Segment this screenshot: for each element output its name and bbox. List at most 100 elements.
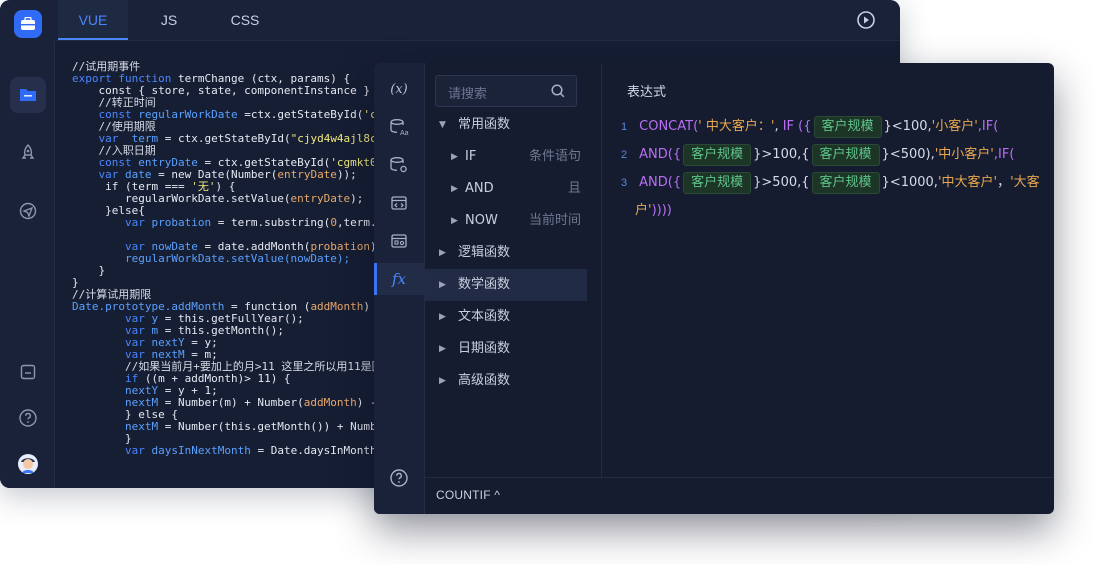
caret-right-icon[interactable]: ▶ <box>451 173 458 205</box>
expression-title: 表达式 <box>627 85 667 100</box>
code-token: entryDate <box>290 192 351 205</box>
countif-toggle[interactable]: COUNTIF ^ <box>436 488 500 502</box>
string-token: '中大客户' <box>937 175 998 190</box>
expression-line-1[interactable]: 1 CONCAT(' 中大客户：', IF ({客户规模}<100,'小客户',… <box>621 113 998 141</box>
tree-item[interactable]: ▶ NOW 当前时间 <box>425 205 587 237</box>
tree-item-label: 数学函数 <box>458 277 511 292</box>
tree-item[interactable]: ▶ 逻辑函数 <box>425 237 587 269</box>
code-window-icon[interactable] <box>374 187 424 219</box>
avatar[interactable] <box>10 446 46 482</box>
field-token[interactable]: 客户规模 <box>811 172 880 194</box>
field-token[interactable]: 客户规模 <box>813 116 882 138</box>
string-token: '小客户' <box>931 119 978 134</box>
variable-icon[interactable]: (x) <box>374 73 424 105</box>
function-token: ,IF( <box>993 147 1015 162</box>
function-token: )))) <box>651 203 672 218</box>
caret-right-icon[interactable]: ▶ <box>439 333 446 365</box>
code-token: = Date.daysInMonth( <box>257 444 384 457</box>
rocket-icon[interactable] <box>10 135 46 171</box>
folder-icon[interactable] <box>10 77 46 113</box>
bottom-bar: COUNTIF ^ <box>425 477 1054 514</box>
function-token: AND({ <box>639 147 682 162</box>
code-token: = Number(m) + Number( <box>164 396 304 409</box>
inbox-icon[interactable] <box>10 354 46 390</box>
tree-item-label: 常用函数 <box>458 117 511 132</box>
formula-side-rail: (x) Aa fx <box>374 63 425 514</box>
field-token[interactable]: 客户规模 <box>811 144 880 166</box>
send-icon[interactable] <box>10 193 46 229</box>
tree-item[interactable]: ▼ 常用函数 <box>425 109 587 141</box>
expression-line-2[interactable]: 2 AND({客户规模}>100,{客户规模}<500),'中小客户',IF( <box>621 141 1014 169</box>
code-token: entryDate <box>277 168 337 181</box>
code-token: 0 <box>330 216 337 229</box>
tree-item-label: NOW <box>465 213 498 228</box>
caret-right-icon[interactable]: ▶ <box>439 365 446 397</box>
help-icon[interactable] <box>374 462 424 494</box>
function-list-panel: 请搜索 ▼ 常用函数 ▶ IF 条件语句 ▶ AND 且 ▶ NOW 当前时间 ▶ 逻辑函数 ▶ 数学函数 ▶… <box>425 63 602 478</box>
field-token[interactable]: 客户规模 <box>683 172 752 194</box>
search-input[interactable]: 请搜索 <box>435 75 577 107</box>
tree-item[interactable]: ▶ IF 条件语句 <box>425 141 587 173</box>
function-token: AND({ <box>639 175 682 190</box>
caret-right-icon[interactable]: ▶ <box>451 141 458 173</box>
code-token: ); <box>350 192 364 205</box>
code-token: =ctx.getStateById( <box>244 108 364 121</box>
code-token: probation <box>151 216 218 229</box>
tab-css[interactable]: CSS <box>210 0 280 38</box>
caret-down-icon[interactable]: ▼ <box>439 109 446 141</box>
punctuation-token: , <box>774 119 783 134</box>
tree-item-label: 日期函数 <box>458 341 511 356</box>
caret-right-icon[interactable]: ▶ <box>451 205 458 237</box>
svg-text:Aa: Aa <box>400 130 409 136</box>
expression-line-3-wrap[interactable]: 户')))) <box>635 197 672 225</box>
function-token: ,IF( <box>977 119 999 134</box>
tree-item[interactable]: ▶ 文本函数 <box>425 301 587 333</box>
tree-item-label: 逻辑函数 <box>458 245 511 260</box>
caret-right-icon[interactable]: ▶ <box>439 237 446 269</box>
tree-item-label: 高级函数 <box>458 373 511 388</box>
tree-item[interactable]: ▶ 日期函数 <box>425 333 587 365</box>
search-placeholder: 请搜索 <box>448 87 488 102</box>
left-nav-rail <box>0 0 55 488</box>
tree-item-label: AND <box>465 181 494 196</box>
punctuation-token: ， <box>997 175 1011 190</box>
code-token: addMonth <box>303 396 357 409</box>
function-icon[interactable]: fx <box>374 263 424 295</box>
string-token: 户' <box>635 203 652 218</box>
tree-item[interactable]: ▶ 高级函数 <box>425 365 587 397</box>
line-number: 3 <box>621 177 628 189</box>
caret-right-icon[interactable]: ▶ <box>439 301 446 333</box>
code-token: var <box>72 216 152 229</box>
function-token: IF ({ <box>782 119 812 134</box>
play-icon[interactable] <box>856 10 876 30</box>
help-icon[interactable] <box>10 400 46 436</box>
tree-item-description: 条件语句 <box>528 149 581 164</box>
tree-item[interactable]: ▶ AND 且 <box>425 173 587 205</box>
punctuation-token: }>500,{ <box>753 175 810 190</box>
app-logo-icon[interactable] <box>14 10 42 38</box>
code-token: = term.substring( <box>217 216 331 229</box>
caret-right-icon[interactable]: ▶ <box>439 269 446 301</box>
tab-js[interactable]: JS <box>134 0 204 38</box>
function-token: CONCAT( <box>639 119 699 134</box>
punctuation-token: }<100, <box>883 119 932 134</box>
string-token: ' 中大客户：' <box>698 119 775 134</box>
expression-panel[interactable]: 表达式 1 CONCAT(' 中大客户：', IF ({客户规模}<100,'小… <box>601 63 1054 478</box>
tree-item[interactable]: ▶ 数学函数 <box>425 269 587 301</box>
code-token: = Number(this.getMonth()) + Number( <box>164 420 397 433</box>
punctuation-token: }>100,{ <box>753 147 810 162</box>
tree-item-description: 当前时间 <box>528 213 581 228</box>
database-settings-icon[interactable] <box>374 149 424 181</box>
formula-editor-window: (x) Aa fx 请搜索 ▼ 常用函数 ▶ IF 条件语句 ▶ AND 且 ▶ NOW 当前时间 ▶… <box>374 63 1054 514</box>
punctuation-token: }<500), <box>881 147 935 162</box>
search-icon[interactable] <box>550 83 566 99</box>
component-window-icon[interactable] <box>374 225 424 257</box>
code-token: daysInNextMonth <box>151 444 258 457</box>
field-token[interactable]: 客户规模 <box>683 144 752 166</box>
string-token: '大客 <box>1010 175 1040 190</box>
database-text-icon[interactable]: Aa <box>374 111 424 143</box>
editor-tabs: VUE JS CSS <box>54 0 900 41</box>
tab-vue[interactable]: VUE <box>58 0 128 40</box>
expression-line-3[interactable]: 3 AND({客户规模}>500,{客户规模}<1000,'中大客户'，'大客 <box>621 169 1040 197</box>
code-token: )); <box>336 168 357 181</box>
